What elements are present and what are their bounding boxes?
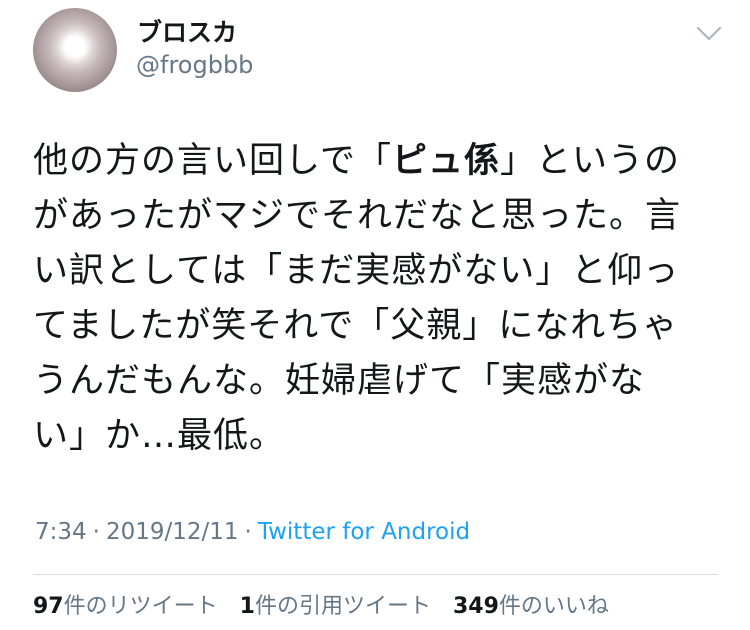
likes-stat[interactable]: 349件のいいね (453, 596, 609, 618)
tweet-text: 他の方の言い回しで「ピュ係」というの があったがマジでそれだなと思った。言 い訳… (33, 134, 723, 464)
quotes-count: 1 (239, 594, 255, 619)
quotes-stat[interactable]: 1件の引用ツイート (240, 596, 431, 618)
tweet-line: 他の方の言い回しで「ピュ係」というの (33, 141, 680, 181)
engagement-stats: 97件のリツイート 1件の引用ツイート 349件のいいね (33, 596, 631, 618)
meta-separator: · (244, 519, 252, 545)
meta-separator: · (92, 519, 100, 545)
retweets-stat[interactable]: 97件のリツイート (33, 596, 218, 618)
avatar[interactable] (33, 8, 117, 92)
tweet-text-bold: ピュ係 (391, 141, 500, 181)
tweet-line: てましたが笑それで「父親」になれちゃ (33, 306, 679, 346)
chevron-down-icon[interactable] (694, 22, 724, 46)
tweet-meta: 7:34 · 2019/12/11 · Twitter for Android (35, 521, 470, 544)
tweet-line: があったがマジでそれだなと思った。言 (33, 196, 682, 236)
display-name[interactable]: ブロスカ (137, 20, 237, 45)
tweet-time[interactable]: 7:34 (35, 519, 87, 545)
tweet-line: うんだもんな。妊婦虐げて「実感がな (33, 361, 646, 401)
tweet-date[interactable]: 2019/12/11 (106, 519, 239, 545)
quotes-label: 件の引用ツイート (254, 594, 431, 619)
user-handle[interactable]: @frogbbb (136, 53, 253, 77)
divider (33, 574, 718, 575)
tweet-line: い訳としては「まだ実感がない」と仰っ (33, 251, 680, 291)
likes-count: 349 (452, 594, 499, 619)
likes-label: 件のいいね (498, 594, 609, 619)
source-link[interactable]: Twitter for Android (258, 519, 470, 545)
retweets-label: 件のリツイート (63, 594, 218, 619)
tweet-line: い」か…最低。 (33, 416, 286, 456)
retweets-count: 97 (33, 594, 64, 619)
